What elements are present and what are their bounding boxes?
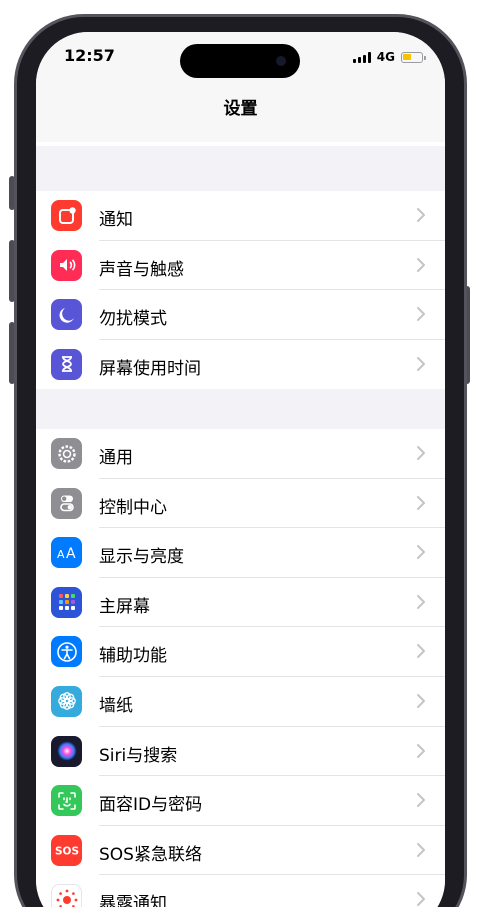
chevron-right-icon bbox=[415, 593, 427, 611]
settings-screen: 12:57 4G 设置 个人热点 通知声音与触感勿扰模式屏幕使用时间 通用控制中… bbox=[36, 32, 445, 907]
settings-row[interactable]: 屏幕使用时间 bbox=[36, 340, 445, 390]
settings-row-label: 控制中心 bbox=[99, 497, 167, 518]
settings-row-label: 显示与亮度 bbox=[99, 547, 184, 568]
chevron-right-icon bbox=[415, 256, 427, 274]
settings-row[interactable]: 面容ID与密码 bbox=[36, 776, 445, 826]
network-type: 4G bbox=[376, 50, 395, 64]
sos-icon: SOS bbox=[51, 834, 82, 866]
chevron-right-icon bbox=[415, 355, 427, 373]
speaker-icon bbox=[51, 249, 82, 281]
home-screen-icon bbox=[51, 586, 82, 618]
status-indicators: 4G bbox=[352, 50, 426, 64]
face-id-icon bbox=[51, 785, 82, 817]
settings-row-label: 声音与触感 bbox=[99, 259, 184, 280]
settings-row[interactable]: 通用 bbox=[36, 429, 445, 479]
chevron-right-icon bbox=[415, 742, 427, 760]
wallpaper-icon bbox=[51, 685, 82, 717]
settings-row[interactable]: SOS SOS紧急联络 bbox=[36, 826, 445, 876]
settings-row[interactable]: 声音与触感 bbox=[36, 241, 445, 291]
settings-row[interactable]: 控制中心 bbox=[36, 479, 445, 529]
settings-group-notifications: 通知声音与触感勿扰模式屏幕使用时间 bbox=[36, 191, 445, 390]
status-time: 12:57 bbox=[64, 46, 115, 65]
chevron-right-icon bbox=[415, 642, 427, 660]
chevron-right-icon bbox=[415, 890, 427, 907]
settings-row[interactable]: Siri与搜索 bbox=[36, 727, 445, 777]
settings-row[interactable]: 通知 bbox=[36, 191, 445, 241]
settings-row-label: 通知 bbox=[99, 210, 133, 230]
settings-row-label: 主屏幕 bbox=[99, 596, 150, 617]
settings-row[interactable]: 暴露通知 bbox=[36, 875, 445, 907]
svg-text:A: A bbox=[66, 546, 76, 562]
notification-icon bbox=[51, 200, 82, 231]
exposure-icon bbox=[51, 884, 82, 907]
svg-text:A: A bbox=[57, 548, 65, 561]
dynamic-island bbox=[180, 44, 300, 78]
settings-row[interactable]: 墙纸 bbox=[36, 677, 445, 727]
chevron-right-icon bbox=[415, 841, 427, 859]
settings-row-label: 面容ID与密码 bbox=[99, 795, 203, 816]
settings-row-label: 屏幕使用时间 bbox=[99, 358, 201, 379]
page-title: 设置 bbox=[223, 99, 258, 119]
settings-row-label: 通用 bbox=[99, 448, 133, 468]
chevron-right-icon bbox=[415, 692, 427, 710]
text-size-icon: AA bbox=[51, 537, 82, 569]
settings-row[interactable]: 辅助功能 bbox=[36, 627, 445, 677]
camera-icon bbox=[276, 56, 286, 66]
gear-icon bbox=[51, 438, 82, 469]
accessibility-icon bbox=[51, 636, 82, 668]
settings-row[interactable]: 勿扰模式 bbox=[36, 290, 445, 340]
settings-row-label: Siri与搜索 bbox=[99, 745, 178, 766]
settings-row[interactable]: A A 显示与亮度 bbox=[36, 528, 445, 578]
chevron-right-icon bbox=[415, 305, 427, 323]
chevron-right-icon bbox=[415, 791, 427, 809]
chevron-right-icon bbox=[415, 494, 427, 512]
chevron-right-icon bbox=[415, 206, 427, 224]
cellular-signal-icon bbox=[352, 51, 371, 63]
siri-icon bbox=[51, 735, 82, 767]
chevron-right-icon bbox=[415, 444, 427, 462]
settings-row-label: SOS紧急联络 bbox=[99, 844, 202, 865]
settings-row-label: 墙纸 bbox=[99, 695, 133, 716]
moon-icon bbox=[51, 299, 82, 331]
settings-group-general: 通用 控制中心 A A 显示与亮度 主屏幕 辅助功能 墙纸 Siri与搜索 面容ID与密码 SOS S… bbox=[36, 429, 445, 907]
settings-row-label: 勿扰模式 bbox=[99, 309, 167, 330]
settings-row-label: 辅助功能 bbox=[99, 646, 167, 667]
hourglass-icon bbox=[51, 348, 82, 380]
settings-row[interactable]: 主屏幕 bbox=[36, 578, 445, 628]
battery-level bbox=[403, 53, 411, 60]
toggle-icon bbox=[51, 487, 82, 519]
chevron-right-icon bbox=[415, 543, 427, 561]
battery-icon bbox=[401, 51, 426, 63]
svg-text:SOS: SOS bbox=[55, 846, 79, 858]
settings-row-label: 暴露通知 bbox=[99, 894, 167, 907]
